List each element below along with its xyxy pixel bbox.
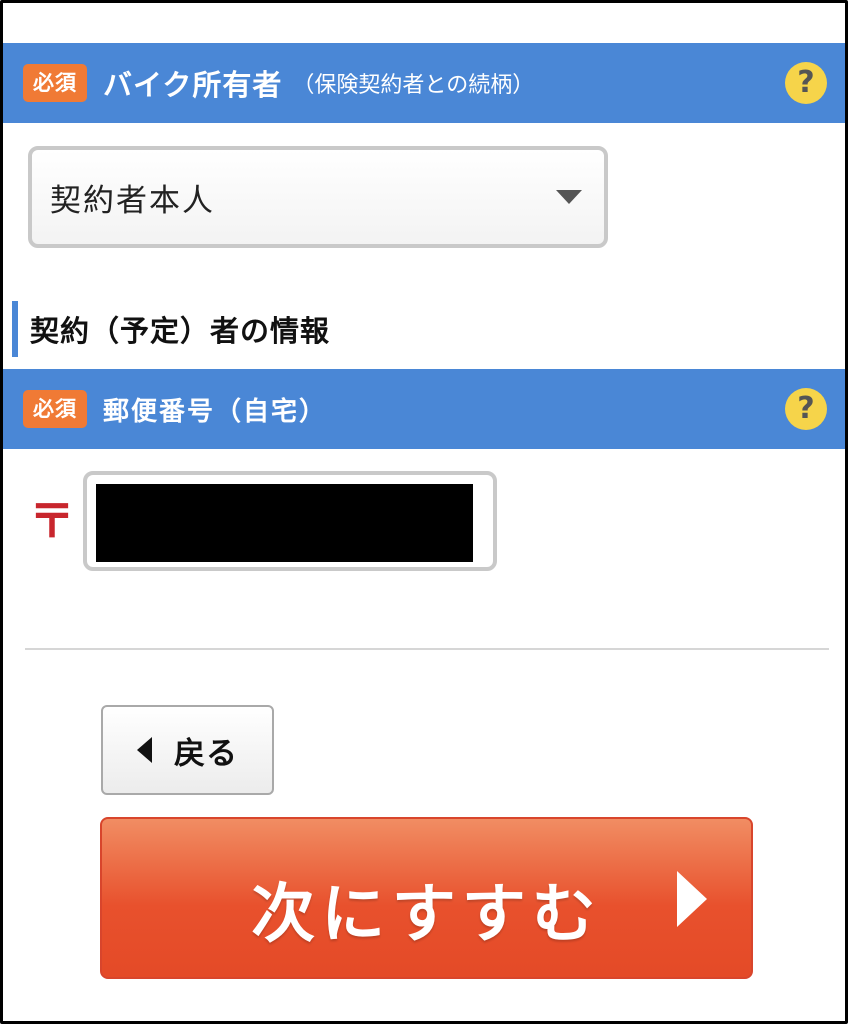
required-badge: 必須 bbox=[23, 64, 87, 102]
postal-code-title: 郵便番号（自宅） bbox=[103, 396, 328, 427]
chevron-left-icon bbox=[137, 737, 152, 763]
help-icon[interactable]: ? bbox=[785, 388, 827, 430]
postal-code-section-header: 必須 郵便番号（自宅） ? bbox=[3, 369, 845, 449]
postal-code-input[interactable] bbox=[83, 471, 497, 571]
next-button[interactable]: 次にすすむ bbox=[100, 817, 753, 979]
chevron-down-icon bbox=[556, 190, 582, 204]
contractor-info-heading: 契約（予定）者の情報 bbox=[12, 301, 330, 357]
bike-owner-selected-value: 契約者本人 bbox=[50, 182, 215, 219]
help-icon[interactable]: ? bbox=[785, 62, 827, 104]
postal-mark-icon: 〒 bbox=[29, 494, 75, 548]
bike-owner-section-header: 必須 バイク所有者 （保険契約者との続柄） ? bbox=[3, 43, 845, 123]
chevron-right-icon bbox=[677, 871, 707, 927]
divider bbox=[25, 648, 829, 650]
back-button[interactable]: 戻る bbox=[101, 705, 274, 795]
redacted-postal-code bbox=[96, 484, 473, 562]
contractor-info-heading-text: 契約（予定）者の情報 bbox=[30, 314, 331, 348]
next-button-label: 次にすすむ bbox=[251, 878, 602, 952]
required-badge: 必須 bbox=[23, 390, 87, 428]
back-button-label: 戻る bbox=[174, 735, 238, 772]
app-frame: 必須 バイク所有者 （保険契約者との続柄） ? 契約者本人 契約（予定）者の情報… bbox=[0, 0, 848, 1024]
bike-owner-subtitle: （保険契約者との続柄） bbox=[292, 73, 535, 98]
bike-owner-title: バイク所有者 bbox=[103, 68, 283, 102]
bike-owner-select[interactable]: 契約者本人 bbox=[28, 146, 608, 248]
